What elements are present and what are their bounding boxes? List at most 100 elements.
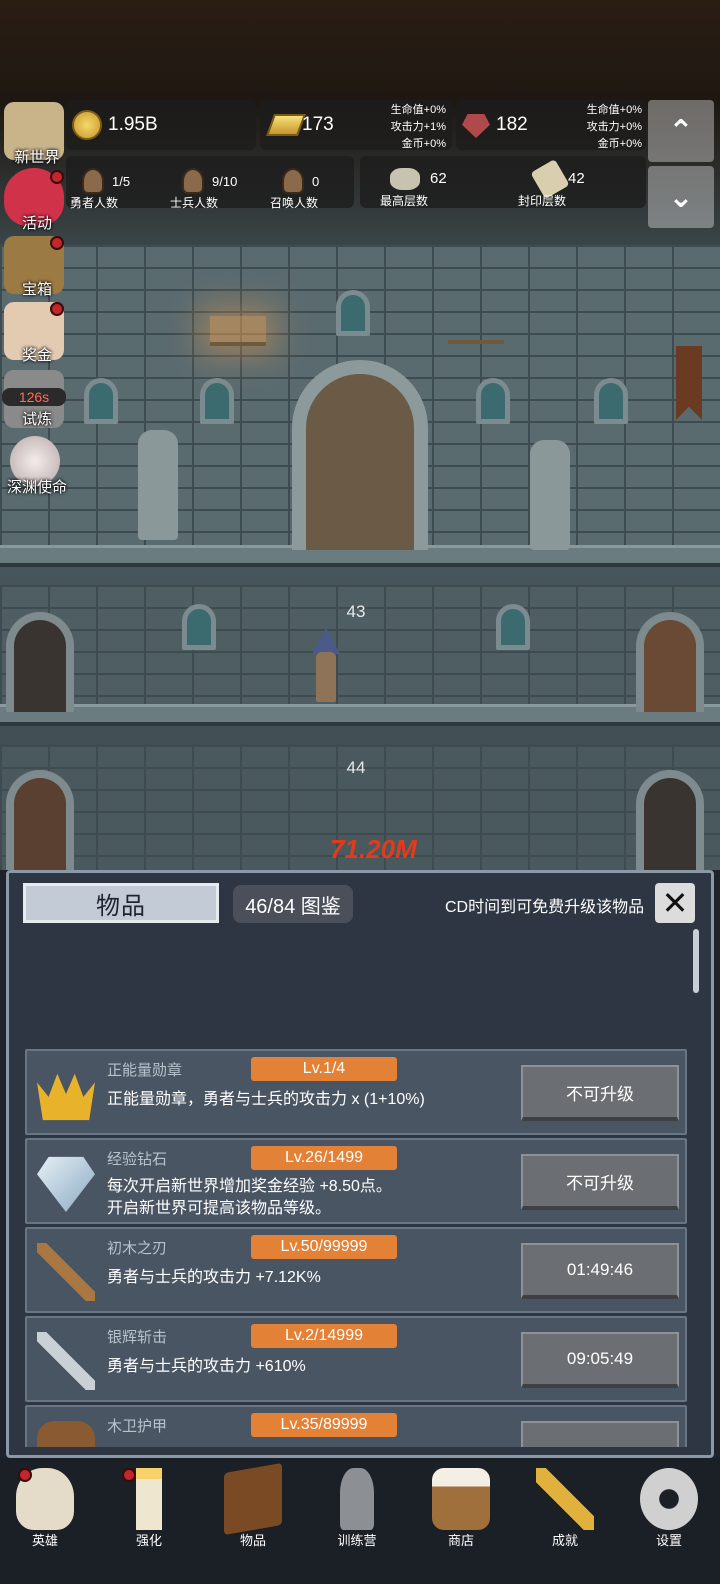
side-bonus[interactable]: 奖金 bbox=[4, 302, 66, 364]
item-name: 经验钻石 bbox=[107, 1151, 168, 1168]
side-chest[interactable]: 宝箱 bbox=[4, 236, 66, 298]
max-floor: 62 bbox=[430, 170, 447, 187]
nav-settings[interactable]: 设置 bbox=[624, 1464, 714, 1574]
item-row: 正能量勋章 Lv.1/4 正能量勋章，勇者与士兵的攻击力 x (1+10%) 不… bbox=[25, 1049, 687, 1135]
items-scrollbar[interactable] bbox=[693, 929, 699, 993]
side-label: 试炼 bbox=[21, 411, 52, 428]
candle-icon bbox=[136, 1468, 162, 1530]
silver-sword-icon bbox=[37, 1332, 95, 1390]
item-desc-line: 每次开启新世界增加奖金经验 +8.50点。 bbox=[107, 1178, 392, 1195]
scroll-up-button[interactable]: ⌃ bbox=[648, 100, 714, 162]
hero-count-icon bbox=[82, 168, 104, 194]
max-floor-label: 最高层数 bbox=[380, 194, 429, 208]
item-desc-line: 开启新世界可提高该物品等级。 bbox=[107, 1200, 332, 1217]
items-panel: 物品 46/84 图鉴 CD时间到可免费升级该物品 ✕ 正能量勋章 Lv.1/4… bbox=[6, 870, 714, 1458]
item-level: Lv.26/1499 bbox=[251, 1146, 397, 1170]
key-icon bbox=[536, 1468, 594, 1530]
seal-floor-label: 封印层数 bbox=[518, 194, 567, 208]
nav-heroes[interactable]: 英雄 bbox=[0, 1464, 90, 1574]
notification-dot bbox=[50, 236, 64, 250]
hero-count: 1/5 bbox=[112, 174, 131, 189]
barred-door bbox=[6, 612, 74, 712]
side-label: 宝箱 bbox=[21, 281, 52, 298]
upgrade-cooldown-button[interactable]: 01:49:46 bbox=[521, 1243, 679, 1299]
hero-count-label: 勇者人数 bbox=[70, 196, 119, 210]
floor-record-panel: 62 最高层数 42 封印层数 bbox=[360, 156, 646, 208]
cd-hint: CD时间到可免费升级该物品 bbox=[445, 899, 645, 916]
nav-enhance[interactable]: 强化 bbox=[104, 1464, 194, 1574]
side-label: 活动 bbox=[21, 215, 52, 232]
knight-statue bbox=[530, 440, 570, 550]
mug-icon bbox=[432, 1468, 490, 1530]
castle-window bbox=[594, 378, 628, 424]
castle-window bbox=[84, 378, 118, 424]
summon-count: 0 bbox=[312, 174, 320, 189]
upgrade-button[interactable]: 不可升级 bbox=[521, 1065, 679, 1121]
scroll-down-button[interactable]: ⌄ bbox=[648, 166, 714, 228]
nav-label: 成就 bbox=[551, 1533, 578, 1548]
barred-door bbox=[636, 770, 704, 870]
item-level: Lv.50/99999 bbox=[251, 1235, 397, 1259]
nav-label: 强化 bbox=[135, 1533, 162, 1548]
notification-dot bbox=[122, 1468, 136, 1482]
item-desc: 勇者与士兵的攻击力 +7.12K% bbox=[107, 1267, 321, 1289]
gear-icon bbox=[640, 1468, 698, 1530]
item-desc-line: 勇者与士兵的攻击力 +7.12K% bbox=[107, 1269, 321, 1286]
side-label: 深渊使命 bbox=[6, 479, 67, 496]
item-name: 正能量勋章 bbox=[107, 1062, 183, 1079]
nav-items[interactable]: 物品 bbox=[208, 1462, 298, 1574]
item-name: 初木之刃 bbox=[107, 1240, 168, 1257]
notification-dot bbox=[50, 170, 64, 184]
side-abyss-mission[interactable]: 深渊使命 bbox=[4, 436, 67, 498]
items-title: 物品 bbox=[23, 883, 219, 923]
nav-label: 设置 bbox=[655, 1533, 682, 1548]
item-desc: 勇者与士兵的攻击力 +610% bbox=[107, 1356, 306, 1378]
lit-chandelier bbox=[210, 316, 266, 346]
chandelier bbox=[448, 314, 504, 344]
gold-coin-icon bbox=[72, 110, 102, 140]
side-event[interactable]: 活动 bbox=[4, 168, 66, 232]
population-panel: 1/5 勇者人数 9/10 士兵人数 0 召唤人数 bbox=[66, 156, 354, 210]
item-name: 木卫护甲 bbox=[107, 1418, 168, 1435]
nav-shop[interactable]: 商店 bbox=[416, 1464, 506, 1574]
gold-amount: 1.95B bbox=[108, 114, 158, 135]
chevron-up-icon: ⌃ bbox=[668, 114, 694, 148]
ruby-panel: 182 生命值+0% 攻击力+0% 金币+0% bbox=[456, 100, 646, 150]
soldier-count-label: 士兵人数 bbox=[170, 196, 219, 210]
gold-panel: 1.95B bbox=[66, 100, 256, 150]
upgrade-cooldown-button[interactable] bbox=[521, 1421, 679, 1447]
item-desc: 正能量勋章，勇者与士兵的攻击力 x (1+10%) bbox=[107, 1089, 425, 1111]
hero-witch[interactable] bbox=[312, 628, 340, 702]
item-level: Lv.1/4 bbox=[251, 1057, 397, 1081]
upgrade-cooldown-button[interactable]: 09:05:49 bbox=[521, 1332, 679, 1388]
soldier-count-icon bbox=[182, 168, 204, 194]
notification-dot bbox=[18, 1468, 32, 1482]
gold-bar-icon bbox=[265, 114, 307, 136]
castle-window bbox=[336, 290, 370, 336]
nav-training-camp[interactable]: 训练营 bbox=[312, 1464, 402, 1574]
item-desc-line: 勇者与士兵的攻击力 +610% bbox=[107, 1358, 306, 1375]
wooden-sword-icon bbox=[37, 1243, 95, 1301]
seal-floor: 42 bbox=[568, 170, 585, 187]
side-new-world[interactable]: 新世界 bbox=[4, 102, 66, 166]
items-list: 正能量勋章 Lv.1/4 正能量勋章，勇者与士兵的攻击力 x (1+10%) 不… bbox=[25, 1049, 687, 1447]
item-desc: 每次开启新世界增加奖金经验 +8.50点。 开启新世界可提高该物品等级。 bbox=[107, 1176, 392, 1220]
chevron-down-icon: ⌄ bbox=[668, 180, 694, 214]
castle-window bbox=[200, 378, 234, 424]
nav-label: 物品 bbox=[239, 1533, 266, 1548]
close-button[interactable]: ✕ bbox=[655, 883, 695, 923]
soldier-count: 9/10 bbox=[212, 174, 238, 189]
upgrade-button[interactable]: 不可升级 bbox=[521, 1154, 679, 1210]
summon-count-icon bbox=[282, 168, 304, 194]
item-row: 银辉斩击 Lv.2/14999 勇者与士兵的攻击力 +610% 09:05:49 bbox=[25, 1316, 687, 1402]
item-row: 经验钻石 Lv.26/1499 每次开启新世界增加奖金经验 +8.50点。 开启… bbox=[25, 1138, 687, 1224]
nav-achievements[interactable]: 成就 bbox=[520, 1464, 610, 1574]
witch-hat bbox=[312, 628, 340, 654]
catalog-button[interactable]: 46/84 图鉴 bbox=[233, 885, 353, 923]
castle-window bbox=[476, 378, 510, 424]
bonus-atk: 攻击力+1% bbox=[390, 121, 446, 133]
diamond-icon bbox=[37, 1156, 95, 1212]
armor-icon bbox=[37, 1421, 95, 1447]
nav-label: 训练营 bbox=[337, 1533, 377, 1548]
bottom-nav: 英雄 强化 物品 训练营 商店 成就 设置 bbox=[0, 1458, 720, 1584]
